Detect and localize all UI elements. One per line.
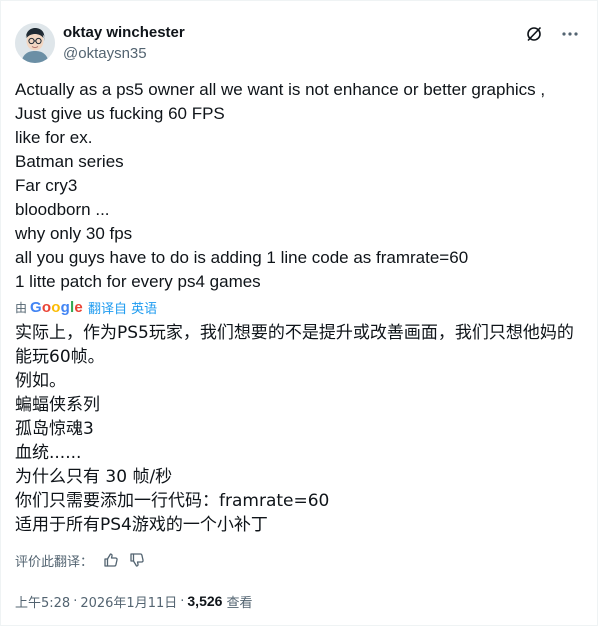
header-actions xyxy=(525,25,579,43)
tweet-line: why only 30 fps xyxy=(15,224,133,243)
rate-translation: 评价此翻译： xyxy=(15,550,145,570)
rate-translation-label: 评价此翻译： xyxy=(15,554,94,570)
translated-line: 实际上，作为PS5玩家，我们想要的不是提升或改善画面，我们只想他妈的 xyxy=(15,323,574,343)
translated-from-link[interactable]: 翻译自 英语 xyxy=(88,298,157,317)
tweet-line: Far cry3 xyxy=(15,176,78,195)
views-count[interactable]: 3,526 xyxy=(187,593,222,609)
author-names: oktay winchester @oktaysn35 xyxy=(63,23,185,64)
more-dots-icon[interactable] xyxy=(561,25,579,43)
views-label: 查看 xyxy=(226,595,253,611)
translated-text: 实际上，作为PS5玩家，我们想要的不是提升或改善画面，我们只想他妈的 能玩60帧… xyxy=(15,321,585,537)
tweet-card: oktay winchester @oktaysn35 Actually as … xyxy=(0,0,598,626)
handle[interactable]: @oktaysn35 xyxy=(63,44,185,64)
avatar[interactable] xyxy=(15,23,55,63)
translated-line: 蝙蝠侠系列 xyxy=(15,395,100,415)
translated-line: 你们只需要添加一行代码：framrate=60 xyxy=(15,491,330,511)
tweet-line: 1 litte patch for every ps4 games xyxy=(15,272,261,291)
meta-separator: · xyxy=(180,593,185,609)
meta-separator: · xyxy=(73,593,78,609)
tweet-header: oktay winchester @oktaysn35 xyxy=(15,21,585,65)
tweet-line: Just give us fucking 60 FPS xyxy=(15,104,225,123)
tweet-line: bloodborn ... xyxy=(15,200,110,219)
post-time[interactable]: 上午5:28 xyxy=(15,592,70,611)
thumbs-down-icon[interactable] xyxy=(129,552,145,568)
tweet-line: all you guys have to do is adding 1 line… xyxy=(15,248,469,267)
tweet-line: like for ex. xyxy=(15,128,93,147)
tweet-meta: 上午5:28 · 2026年1月11日 · 3,526 查看 xyxy=(15,591,252,611)
grok-slash-icon[interactable] xyxy=(525,25,543,43)
translated-by-label: 由 xyxy=(15,300,28,315)
translated-line: 适用于所有PS4游戏的一个小补丁 xyxy=(15,515,268,535)
tweet-text: Actually as a ps5 owner all we want is n… xyxy=(15,78,585,294)
google-logo: Google xyxy=(30,298,83,316)
translated-line: 血统...... xyxy=(15,443,82,463)
post-date[interactable]: 2026年1月11日 xyxy=(80,592,177,611)
display-name[interactable]: oktay winchester xyxy=(63,23,185,43)
avatar-illustration xyxy=(15,23,55,63)
translated-line: 孤岛惊魂3 xyxy=(15,419,94,439)
tweet-line: Batman series xyxy=(15,152,124,171)
translated-line: 能玩60帧。 xyxy=(15,347,105,367)
translated-line: 为什么只有 30 帧/秒 xyxy=(15,467,173,487)
translated-line: 例如。 xyxy=(15,371,66,391)
thumbs-up-icon[interactable] xyxy=(103,552,119,568)
tweet-line: Actually as a ps5 owner all we want is n… xyxy=(15,80,546,99)
translation-attribution: 由 Google 翻译自 英语 xyxy=(15,297,157,317)
